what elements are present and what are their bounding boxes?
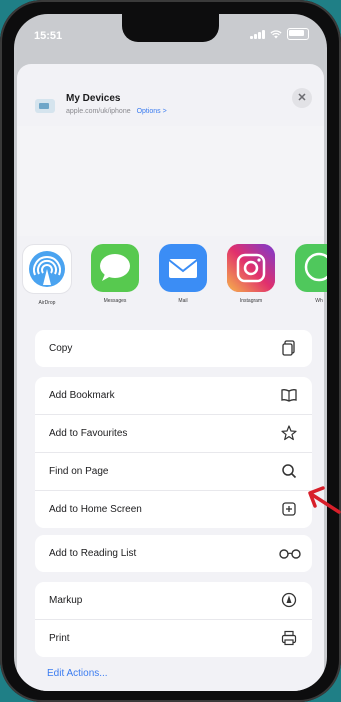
action-label: Find on Page <box>49 466 109 477</box>
edit-actions-link[interactable]: Edit Actions... <box>47 668 108 679</box>
action-add-to-favourites[interactable]: Add to Favourites <box>35 415 312 453</box>
notch <box>122 14 219 42</box>
app-label: Instagram <box>239 298 263 304</box>
close-button[interactable]: ✕ <box>292 88 312 108</box>
app-label: Messages <box>103 298 127 304</box>
share-title: My Devices <box>66 93 121 104</box>
glasses-icon <box>279 549 301 559</box>
share-header: My Devices apple.com/uk/iphone Options >… <box>17 74 324 124</box>
action-group-page: Add Bookmark Add to Favourites Find on P… <box>35 377 312 528</box>
status-bar: 15:51 <box>14 14 327 50</box>
action-group-copy: Copy <box>35 330 312 367</box>
action-label: Print <box>49 633 70 644</box>
app-label: Wh <box>315 298 323 304</box>
status-time: 15:51 <box>34 30 63 42</box>
app-whatsapp[interactable]: Wh <box>289 244 327 304</box>
action-group-reading: Add to Reading List <box>35 535 312 572</box>
action-label: Markup <box>49 595 83 606</box>
status-icons <box>250 28 309 40</box>
signal-icon <box>250 29 265 39</box>
action-label: Copy <box>49 343 73 354</box>
action-copy[interactable]: Copy <box>35 330 312 367</box>
app-airdrop[interactable]: AirDrop <box>17 244 77 306</box>
share-url: apple.com/uk/iphone <box>66 108 131 115</box>
book-icon <box>281 389 297 402</box>
app-messages[interactable]: Messages <box>85 244 145 304</box>
action-label: Add Bookmark <box>49 390 115 401</box>
app-instagram[interactable]: Instagram <box>221 244 281 304</box>
action-group-tools: Markup Print <box>35 582 312 657</box>
mail-icon <box>159 244 207 292</box>
print-icon <box>281 630 297 646</box>
action-label: Add to Reading List <box>49 548 137 559</box>
battery-icon <box>287 28 309 40</box>
wifi-icon <box>270 29 282 38</box>
app-mail[interactable]: Mail <box>153 244 213 304</box>
action-find-on-page[interactable]: Find on Page <box>35 453 312 491</box>
add-square-icon <box>282 502 296 516</box>
app-row: AirDrop Messages Mail Instagram Wh <box>17 244 327 324</box>
markup-icon <box>281 592 297 608</box>
preview-area <box>17 126 324 236</box>
airdrop-icon <box>22 244 72 294</box>
phone-screen: 15:51 My Devices apple.com/uk/iphone Opt… <box>14 14 327 691</box>
phone-frame: 15:51 My Devices apple.com/uk/iphone Opt… <box>0 0 341 702</box>
action-markup[interactable]: Markup <box>35 582 312 620</box>
action-add-bookmark[interactable]: Add Bookmark <box>35 377 312 415</box>
annotation-arrow-icon <box>308 486 341 514</box>
app-label: AirDrop <box>38 300 56 306</box>
action-label: Add to Favourites <box>49 428 128 439</box>
action-add-to-home-screen[interactable]: Add to Home Screen <box>35 491 312 528</box>
action-add-to-reading-list[interactable]: Add to Reading List <box>35 535 312 572</box>
action-print[interactable]: Print <box>35 620 312 657</box>
instagram-icon <box>227 244 275 292</box>
options-link[interactable]: Options > <box>137 108 167 115</box>
copy-icon <box>282 340 295 356</box>
app-label: Mail <box>178 298 188 304</box>
star-icon <box>281 425 297 441</box>
device-thumbnail-icon <box>35 99 55 113</box>
share-sheet: My Devices apple.com/uk/iphone Options >… <box>17 64 327 691</box>
share-subtitle: apple.com/uk/iphone Options > <box>66 108 167 115</box>
messages-icon <box>91 244 139 292</box>
action-label: Add to Home Screen <box>49 504 142 515</box>
whatsapp-icon <box>295 244 327 292</box>
search-icon <box>282 464 297 479</box>
